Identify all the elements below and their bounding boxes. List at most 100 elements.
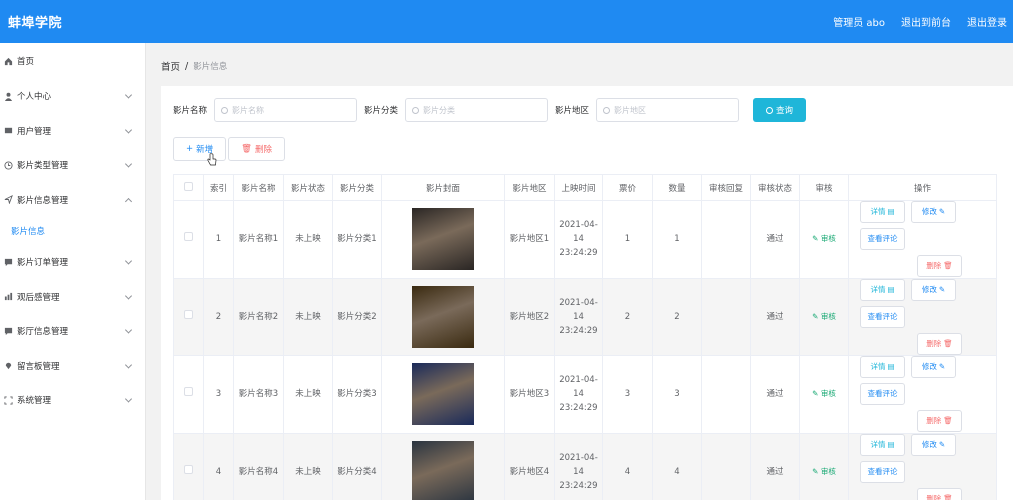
audit-label: 审核 bbox=[820, 311, 836, 321]
select-all-checkbox[interactable] bbox=[173, 174, 204, 201]
sidebar-item-system[interactable]: 系统管理 bbox=[0, 383, 145, 418]
breadcrumb-home[interactable]: 首页 bbox=[161, 59, 180, 73]
sidebar-item-home[interactable]: 首页 bbox=[0, 43, 145, 79]
name-search-input[interactable]: 影片名称 bbox=[214, 98, 358, 122]
row-checkbox[interactable] bbox=[173, 355, 204, 434]
audit-link[interactable]: ✎ 审核 bbox=[812, 467, 836, 476]
sidebar-subitem-movie-info[interactable]: 影片信息 bbox=[0, 217, 145, 245]
cell-reply bbox=[701, 277, 751, 356]
logout-link[interactable]: 退出登录 bbox=[967, 14, 1007, 29]
sidebar-item-movie-types[interactable]: 影片类型管理 bbox=[0, 148, 145, 183]
trash-icon: 🗑 bbox=[943, 416, 953, 426]
cell-name: 影片名称1 bbox=[233, 200, 284, 279]
audit-label: 审核 bbox=[820, 234, 836, 244]
row-delete-button[interactable]: 删除 🗑 bbox=[917, 487, 962, 500]
cell-qty: 1 bbox=[652, 200, 702, 279]
sidebar-item-label: 首页 bbox=[17, 57, 35, 67]
cell-name: 影片名称3 bbox=[233, 355, 284, 434]
edit-button[interactable]: 修改 ✎ bbox=[911, 356, 956, 379]
audit-link[interactable]: ✎ 审核 bbox=[812, 389, 836, 398]
audit-link[interactable]: ✎ 审核 bbox=[812, 234, 836, 243]
edit-label: 修改 bbox=[921, 439, 937, 449]
movie-poster-image bbox=[412, 363, 474, 426]
chevron-down-icon bbox=[124, 257, 133, 265]
header-price: 票价 bbox=[602, 174, 653, 201]
exit-to-front-link[interactable]: 退出到前台 bbox=[901, 14, 951, 29]
cell-ops: 详情 ▤ 修改 ✎ 查看评论 删除 🗑 bbox=[848, 432, 997, 500]
detail-button[interactable]: 详情 ▤ bbox=[860, 201, 905, 224]
sidebar-item-message-board[interactable]: 留言板管理 bbox=[0, 349, 145, 384]
plus-icon: + bbox=[186, 144, 194, 154]
chevron-down-icon bbox=[124, 126, 133, 134]
audit-label: 审核 bbox=[820, 466, 836, 476]
edit-button[interactable]: 修改 ✎ bbox=[911, 201, 956, 224]
remove-label: 删除 bbox=[926, 493, 942, 500]
chevron-down-icon bbox=[124, 160, 133, 168]
area-label: 影片地区 bbox=[555, 106, 590, 116]
cell-area: 影片地区4 bbox=[504, 432, 555, 500]
admin-label: 管理员 abo bbox=[833, 18, 885, 29]
table-row: 1 影片名称1 未上映 影片分类1 影片地区1 2021-04-14 23:24:29 1 1… bbox=[173, 200, 997, 279]
header-poster: 影片封面 bbox=[381, 174, 505, 201]
cell-index: 2 bbox=[203, 277, 234, 356]
trash-icon: 🗑 bbox=[241, 144, 252, 154]
sidebar-item-label: 个人中心 bbox=[17, 92, 52, 103]
edit-label: 修改 bbox=[921, 207, 937, 217]
cell-area: 影片地区1 bbox=[504, 200, 555, 279]
cell-area: 影片地区3 bbox=[504, 355, 555, 434]
sidebar-item-orders[interactable]: 影片订单管理 bbox=[0, 245, 145, 280]
type-search-input[interactable]: 影片分类 bbox=[405, 98, 549, 122]
placeholder: 影片分类 bbox=[423, 105, 456, 115]
audit-link[interactable]: ✎ 审核 bbox=[812, 312, 836, 321]
sidebar-item-halls[interactable]: 影厅信息管理 bbox=[0, 314, 145, 349]
cell-price: 3 bbox=[602, 355, 653, 434]
detail-button[interactable]: 详情 ▤ bbox=[860, 433, 905, 456]
detail-label: 详情 bbox=[870, 439, 886, 449]
review-label: 查看评论 bbox=[867, 311, 898, 321]
sidebar-item-label: 观后感管理 bbox=[17, 292, 60, 303]
detail-button[interactable]: 详情 ▤ bbox=[860, 278, 905, 301]
table-header-row: 索引 影片名称 影片状态 影片分类 影片封面 影片地区 上映时间 票价 数量 审… bbox=[173, 174, 997, 201]
sidebar-item-users[interactable]: 用户管理 bbox=[0, 114, 145, 149]
row-checkbox[interactable] bbox=[173, 277, 204, 356]
row-checkbox[interactable] bbox=[173, 432, 204, 500]
edit-label: 修改 bbox=[921, 362, 937, 372]
sidebar: 首页 个人中心 用户管理 影片类型管理 影片信息管理 影片信息 影片订单管理 观… bbox=[0, 43, 146, 500]
header-type: 影片分类 bbox=[332, 174, 382, 201]
cell-status: 未上映 bbox=[283, 200, 333, 279]
cell-time: 2021-04-14 23:24:29 bbox=[554, 432, 603, 500]
cell-audit-status: 通过 bbox=[750, 277, 800, 356]
doc-icon: ▤ bbox=[887, 439, 895, 449]
audit-label: 审核 bbox=[820, 389, 836, 399]
row-delete-button[interactable]: 删除 🗑 bbox=[917, 255, 962, 278]
row-delete-button[interactable]: 删除 🗑 bbox=[917, 332, 962, 355]
area-search-input[interactable]: 影片地区 bbox=[596, 98, 740, 122]
view-review-button[interactable]: 查看评论 bbox=[860, 460, 905, 483]
detail-button[interactable]: 详情 ▤ bbox=[860, 356, 905, 379]
query-button[interactable]: 查询 bbox=[753, 98, 807, 122]
header-audit-status: 审核状态 bbox=[750, 174, 800, 201]
chart-icon bbox=[3, 292, 13, 302]
sidebar-item-label: 影片信息 bbox=[11, 227, 46, 237]
table-row: 2 影片名称2 未上映 影片分类2 影片地区2 2021-04-14 23:24:29 2 2… bbox=[173, 277, 997, 356]
add-button[interactable]: + 新增 bbox=[173, 137, 227, 161]
search-icon bbox=[603, 106, 611, 114]
sidebar-item-movie-info-mgmt[interactable]: 影片信息管理 bbox=[0, 183, 145, 218]
header-reply: 审核回复 bbox=[701, 174, 751, 201]
view-review-button[interactable]: 查看评论 bbox=[860, 383, 905, 406]
view-review-button[interactable]: 查看评论 bbox=[860, 228, 905, 251]
movie-poster-image bbox=[412, 285, 474, 348]
cell-reply bbox=[701, 200, 751, 279]
row-delete-button[interactable]: 删除 🗑 bbox=[917, 410, 962, 433]
search-icon bbox=[221, 106, 229, 114]
delete-button[interactable]: 🗑 删除 bbox=[228, 137, 285, 161]
sidebar-item-reviews[interactable]: 观后感管理 bbox=[0, 280, 145, 315]
chevron-down-icon bbox=[124, 361, 133, 369]
sidebar-item-label: 影片信息管理 bbox=[17, 195, 69, 206]
edit-button[interactable]: 修改 ✎ bbox=[911, 433, 956, 456]
cell-poster bbox=[381, 355, 505, 434]
edit-button[interactable]: 修改 ✎ bbox=[911, 278, 956, 301]
row-checkbox[interactable] bbox=[173, 200, 204, 279]
sidebar-item-profile[interactable]: 个人中心 bbox=[0, 79, 145, 114]
view-review-button[interactable]: 查看评论 bbox=[860, 305, 905, 328]
